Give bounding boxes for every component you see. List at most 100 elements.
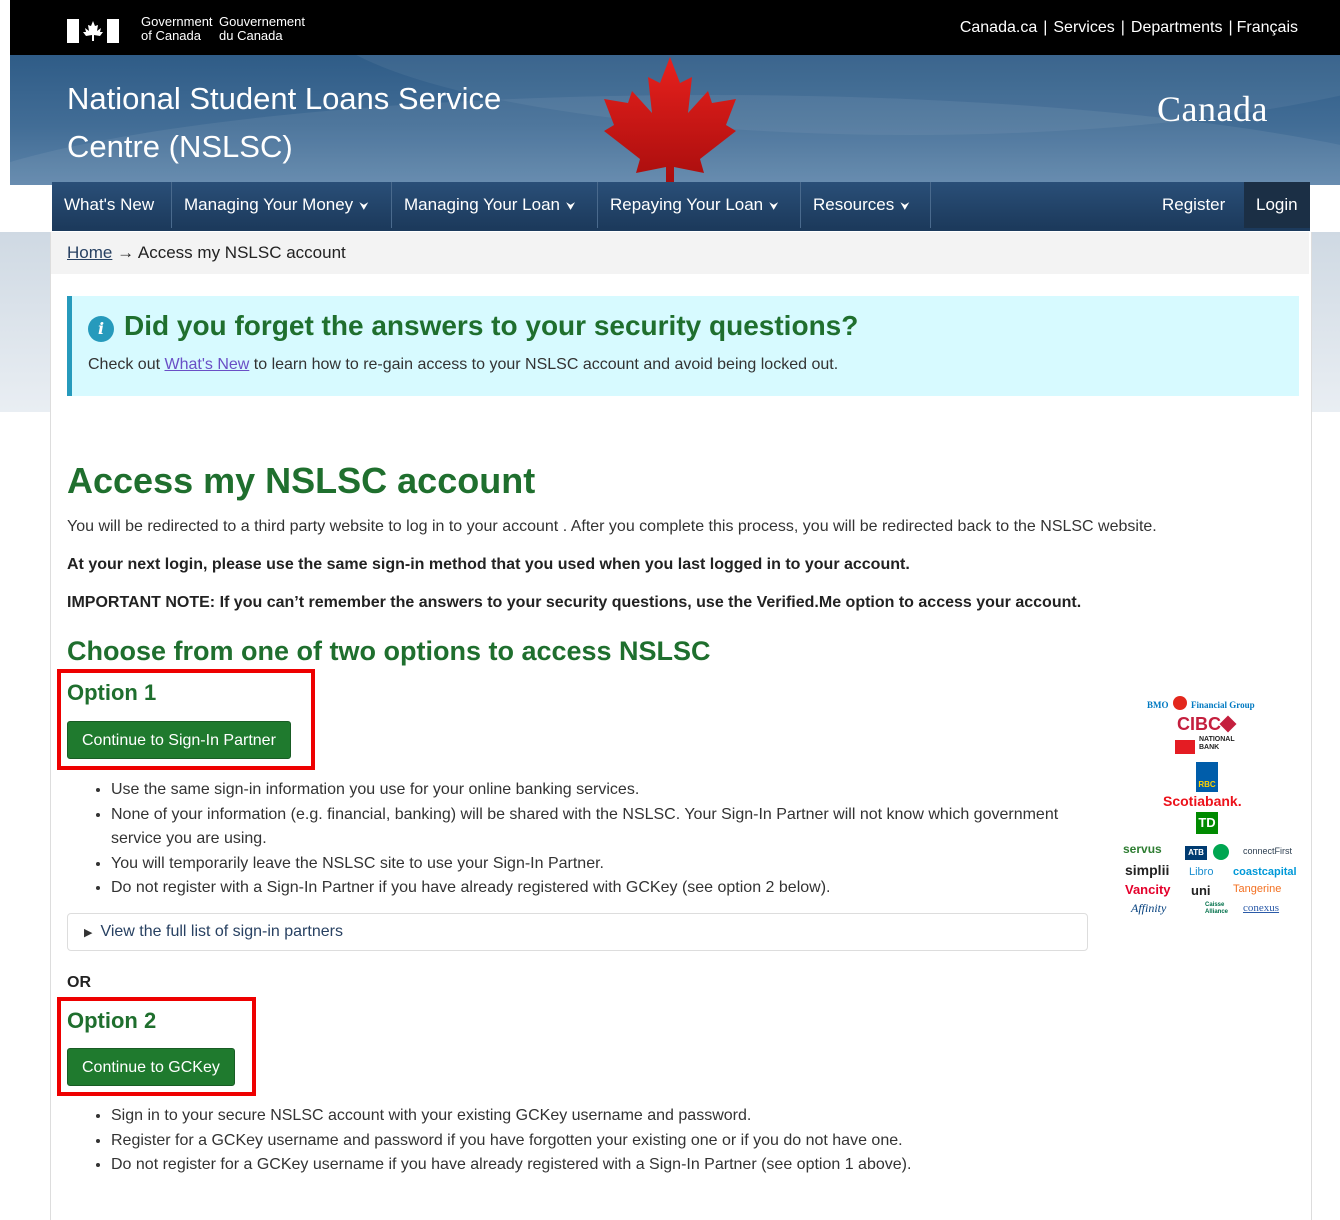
list-item: Do not register for a GCKey username if … xyxy=(111,1153,1211,1178)
departments-link[interactable]: Departments xyxy=(1131,19,1223,36)
sign-in-partner-logos: BMO Financial Group CIBC NATIONAL BANK R… xyxy=(1115,696,1305,926)
continue-sign-in-partner-button[interactable]: Continue to Sign-In Partner xyxy=(67,721,291,759)
chevron-down-icon: ⮟ xyxy=(359,201,369,213)
left-decor-band xyxy=(0,232,50,412)
gov-en-line2: of Canada xyxy=(141,28,201,43)
nav-managing-your-money-label: Managing Your Money xyxy=(184,195,354,214)
government-header: Government of Canada Gouvernement du Can… xyxy=(10,0,1340,55)
right-decor-band xyxy=(1310,232,1340,412)
nav-repaying-your-loan-label: Repaying Your Loan xyxy=(610,195,764,214)
bmo-group-text: Financial Group xyxy=(1191,700,1255,710)
cibc-logo: CIBC xyxy=(1177,714,1221,734)
government-of-canada-en[interactable]: Government of Canada xyxy=(141,15,213,43)
choose-options-heading: Choose from one of two options to access… xyxy=(67,636,711,666)
list-item: Use the same sign-in information you use… xyxy=(111,778,1101,803)
canada-wordmark: Canada xyxy=(1157,88,1268,130)
list-item: You will temporarily leave the NSLSC sit… xyxy=(111,852,1101,877)
nav-resources-label: Resources xyxy=(813,195,895,214)
site-title[interactable]: National Student Loans Service Centre (N… xyxy=(67,75,587,171)
coastcapital-logo: coastcapital xyxy=(1233,866,1297,878)
breadcrumb-current: Access my NSLSC account xyxy=(137,243,346,262)
bmo-logo: BMO xyxy=(1147,700,1169,710)
chevron-down-icon: ⮟ xyxy=(565,201,576,213)
nav-whats-new-label: What's New xyxy=(64,195,155,214)
national-bank-logo-2: BANK xyxy=(1199,744,1220,751)
option2-list: Sign in to your secure NSLSC account wit… xyxy=(67,1104,1211,1178)
nav-managing-your-loan[interactable]: Managing Your Loan ⮟ xyxy=(392,182,598,228)
government-of-canada-fr[interactable]: Gouvernement du Canada xyxy=(219,15,305,43)
gov-en-line1: Government xyxy=(141,14,213,29)
gov-fr-line1: Gouvernement xyxy=(219,14,305,29)
nav-login-label: Login xyxy=(1256,195,1298,214)
nav-resources[interactable]: Resources ⮟ xyxy=(801,182,931,228)
option1-list: Use the same sign-in information you use… xyxy=(67,778,1101,901)
vancity-logo: Vancity xyxy=(1125,882,1171,897)
nav-managing-your-loan-label: Managing Your Loan xyxy=(404,195,560,214)
breadcrumb-home-link[interactable]: Home xyxy=(67,243,112,262)
list-item: None of your information (e.g. financial… xyxy=(111,803,1101,852)
uni-logo: uni xyxy=(1191,883,1211,898)
atb-logo: ATB xyxy=(1185,846,1207,860)
info-icon: i xyxy=(88,316,114,342)
nav-login[interactable]: Login xyxy=(1244,182,1310,228)
breadcrumb: Home → Access my NSLSC account xyxy=(51,232,1309,274)
site-banner: National Student Loans Service Centre (N… xyxy=(10,55,1340,185)
arrow-right-icon: → xyxy=(117,243,135,262)
connectfirst-logo: connectFirst xyxy=(1243,846,1293,856)
or-separator: OR xyxy=(67,974,91,991)
triangle-right-icon: ▶ xyxy=(84,927,93,939)
option1-heading: Option 1 xyxy=(67,680,157,705)
national-bank-logo: NATIONAL xyxy=(1199,736,1235,743)
important-note: IMPORTANT NOTE: If you can’t remember th… xyxy=(67,594,1082,611)
nav-whats-new[interactable]: What's New xyxy=(52,182,172,228)
nav-repaying-your-loan[interactable]: Repaying Your Loan ⮟ xyxy=(598,182,801,228)
chevron-down-icon: ⮟ xyxy=(900,201,910,213)
rbc-logo: RBC xyxy=(1196,762,1218,792)
simplii-logo: simplii xyxy=(1125,862,1170,878)
bmo-roundel-icon xyxy=(1173,696,1187,710)
scotiabank-logo: Scotiabank. xyxy=(1163,793,1242,809)
nav-register[interactable]: Register xyxy=(1150,182,1244,228)
alert-text-before: Check out xyxy=(88,356,165,373)
site-title-line1: National Student Loans Service xyxy=(67,81,502,116)
alert-heading: Did you forget the answers to your secur… xyxy=(124,310,859,341)
nav-register-label: Register xyxy=(1162,195,1226,214)
list-item: Do not register with a Sign-In Partner i… xyxy=(111,876,1101,901)
affinity-logo: Affinity xyxy=(1131,901,1167,915)
wordmark-text: Canada xyxy=(1157,89,1268,129)
list-item: Register for a GCKey username and passwo… xyxy=(111,1129,1211,1154)
caisse-alliance-logo-2: Alliance xyxy=(1205,909,1229,915)
login-method-note: At your next login, please use the same … xyxy=(67,556,910,573)
canada-ca-link[interactable]: Canada.ca xyxy=(960,19,1037,36)
tangerine-logo: Tangerine xyxy=(1233,883,1282,895)
continue-gckey-button[interactable]: Continue to GCKey xyxy=(67,1048,235,1086)
chevron-down-icon: ⮟ xyxy=(769,201,779,213)
nav-managing-your-money[interactable]: Managing Your Money ⮟ xyxy=(172,182,392,228)
whats-new-link[interactable]: What's New xyxy=(164,356,249,373)
national-bank-icon xyxy=(1175,740,1195,754)
main-nav: What's New Managing Your Money ⮟ Managing… xyxy=(52,182,1310,231)
canada-flag-icon xyxy=(67,19,119,43)
gov-fr-line2: du Canada xyxy=(219,28,283,43)
site-title-line2: Centre (NSLSC) xyxy=(67,129,293,164)
td-logo: TD xyxy=(1196,812,1218,834)
conexus-logo: conexus xyxy=(1243,902,1280,914)
francais-link[interactable]: Français xyxy=(1237,19,1298,36)
option2-heading: Option 2 xyxy=(67,1008,157,1033)
cibc-diamond-icon xyxy=(1219,715,1237,733)
alert-text: Check out What's New to learn how to re-… xyxy=(88,356,838,374)
libro-logo: Libro xyxy=(1189,866,1214,878)
caisse-alliance-logo: Caisse xyxy=(1205,902,1225,908)
services-link[interactable]: Services xyxy=(1053,19,1114,36)
top-links: Canada.ca | Services | Departments | Français xyxy=(959,19,1298,36)
alert-text-after: to learn how to re-gain access to your N… xyxy=(249,356,839,373)
servus-logo: servus xyxy=(1123,842,1162,856)
meridian-icon xyxy=(1213,844,1229,860)
details-summary: View the full list of sign-in partners xyxy=(100,923,343,940)
list-item: Sign in to your secure NSLSC account wit… xyxy=(111,1104,1211,1129)
sign-in-partners-details[interactable]: ▶ View the full list of sign-in partners xyxy=(67,913,1088,951)
page-title: Access my NSLSC account xyxy=(67,460,536,501)
info-alert: i Did you forget the answers to your sec… xyxy=(67,296,1299,396)
maple-leaf-icon xyxy=(604,57,736,185)
intro-paragraph: You will be redirected to a third party … xyxy=(67,518,1157,535)
